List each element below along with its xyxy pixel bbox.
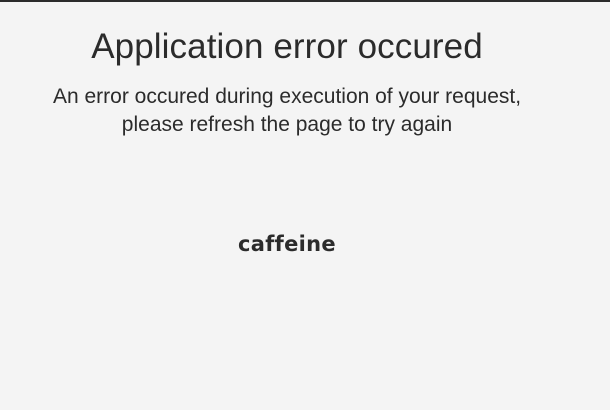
error-message: An error occured during execution of you…: [52, 85, 522, 136]
error-title: Application error occured: [91, 27, 483, 66]
caffeine-logo: caffeine: [238, 232, 336, 256]
error-panel: Application error occured An error occur…: [0, 0, 574, 139]
